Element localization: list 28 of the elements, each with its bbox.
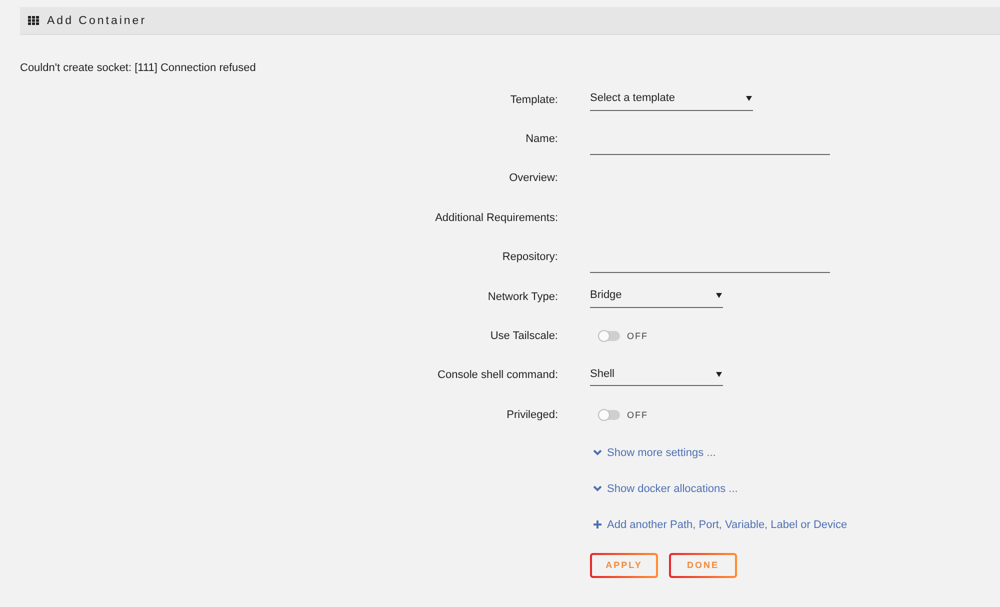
caret-icon: [716, 370, 722, 377]
toggle-state-label: OFF: [627, 410, 648, 420]
dropdown[interactable]: Select a template: [590, 88, 753, 111]
field-label: Additional Requirements:: [435, 212, 558, 224]
plus-icon: [593, 520, 602, 530]
toggle-switch[interactable]: [598, 331, 620, 342]
field-label: Console shell command:: [438, 369, 558, 382]
caret-icon: [716, 292, 722, 298]
field-label: Use Tailscale:: [490, 330, 558, 342]
caret-icon: [746, 95, 752, 102]
error-message: Couldn't create socket: [111] Connection refused: [20, 61, 256, 75]
field-label: Network Type:: [488, 290, 558, 303]
field-label: Privileged:: [506, 408, 558, 421]
add-item-link[interactable]: Add another Path, Port, Variable, Label or Device: [590, 518, 848, 531]
page-title: Add Container: [47, 14, 147, 26]
field-label: Name:: [526, 133, 558, 146]
dropdown[interactable]: Bridge: [590, 286, 723, 308]
toggle-switch[interactable]: [598, 410, 620, 420]
chevron-down-icon: [593, 484, 602, 494]
dropdown[interactable]: Shell: [590, 364, 723, 386]
field-label: Repository:: [502, 251, 558, 264]
expand-link[interactable]: Show docker allocations ...: [590, 482, 738, 495]
field-label: Template:: [510, 94, 558, 106]
grid-icon: [28, 16, 39, 25]
toggle-state-label: OFF: [627, 331, 648, 342]
field-label: Overview:: [509, 172, 558, 184]
chevron-down-icon: [593, 448, 602, 458]
expand-link[interactable]: Show more settings ...: [590, 446, 716, 459]
